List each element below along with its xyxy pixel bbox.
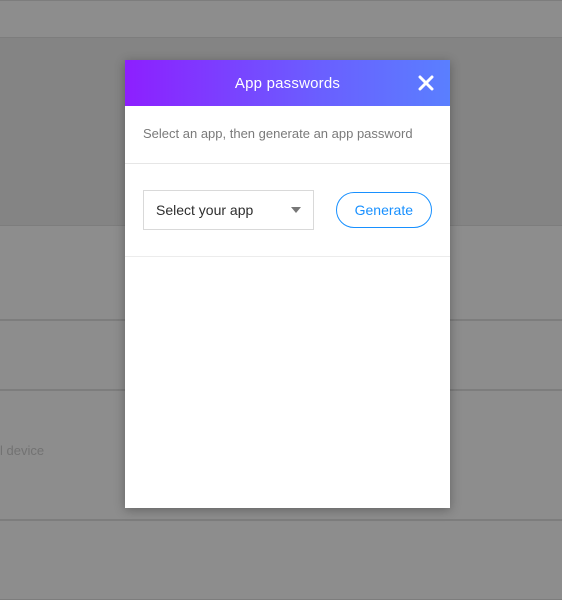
modal-title: App passwords: [235, 75, 340, 92]
app-select[interactable]: Select your app: [143, 190, 314, 230]
app-select-label: Select your app: [156, 202, 253, 218]
modal-body: Select your app Generate: [125, 164, 450, 257]
app-passwords-modal: App passwords Select an app, then genera…: [125, 60, 450, 508]
modal-body-spacer: [125, 257, 450, 508]
generate-button[interactable]: Generate: [336, 192, 432, 228]
chevron-down-icon: [291, 207, 301, 213]
close-button[interactable]: [412, 69, 440, 97]
modal-header: App passwords: [125, 60, 450, 106]
close-icon: [418, 75, 434, 91]
modal-instruction: Select an app, then generate an app pass…: [125, 106, 450, 164]
